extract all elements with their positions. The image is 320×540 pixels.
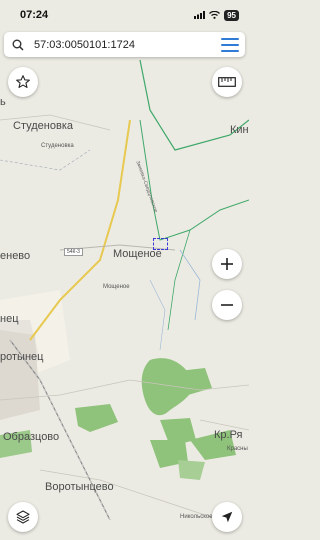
- ruler-button[interactable]: [212, 67, 242, 97]
- ruler-icon: [218, 77, 236, 87]
- battery-icon: 95: [224, 9, 239, 21]
- favorite-button[interactable]: [8, 67, 38, 97]
- zoom-in-button[interactable]: [212, 249, 242, 279]
- zoom-out-button[interactable]: [212, 290, 242, 320]
- map-label-village: ь: [0, 96, 6, 108]
- search-icon: [12, 39, 24, 51]
- map-label-village: Образцово: [3, 431, 60, 443]
- signal-icon: [194, 11, 206, 19]
- locate-button[interactable]: [212, 502, 242, 532]
- star-icon: [16, 75, 30, 88]
- wifi-icon: [209, 11, 221, 19]
- map-label-village: Кр.Ря: [214, 429, 243, 441]
- road-number-badge: 54К-3: [64, 248, 83, 256]
- map-label-village: енево: [0, 250, 31, 262]
- menu-icon[interactable]: [221, 37, 239, 52]
- parcel-selection[interactable]: [153, 238, 168, 250]
- map-label-village: Мощеное: [103, 284, 130, 290]
- location-arrow-icon: [221, 511, 233, 523]
- map-label-village: Студеновка: [41, 143, 74, 149]
- status-icons: 95: [194, 9, 239, 21]
- map-label-village: Воротынцево: [45, 481, 114, 493]
- map-label-village: Кин: [230, 124, 249, 136]
- layers-button[interactable]: [8, 502, 38, 532]
- map-label-village: ротынец: [0, 351, 44, 363]
- plus-icon: [221, 258, 233, 270]
- map-label-village: нец: [0, 313, 19, 325]
- status-time: 07:24: [20, 9, 49, 21]
- map-label-village: Никольское: [180, 514, 213, 520]
- search-bar[interactable]: 57:03:0050101:1724: [4, 32, 245, 57]
- layers-icon: [16, 510, 30, 524]
- map-label-village: Красны: [227, 446, 248, 452]
- map-label-village: Студеновка: [13, 120, 73, 132]
- minus-icon: [221, 304, 233, 306]
- search-input[interactable]: 57:03:0050101:1724: [34, 39, 221, 51]
- status-bar: 07:24 95: [0, 0, 249, 30]
